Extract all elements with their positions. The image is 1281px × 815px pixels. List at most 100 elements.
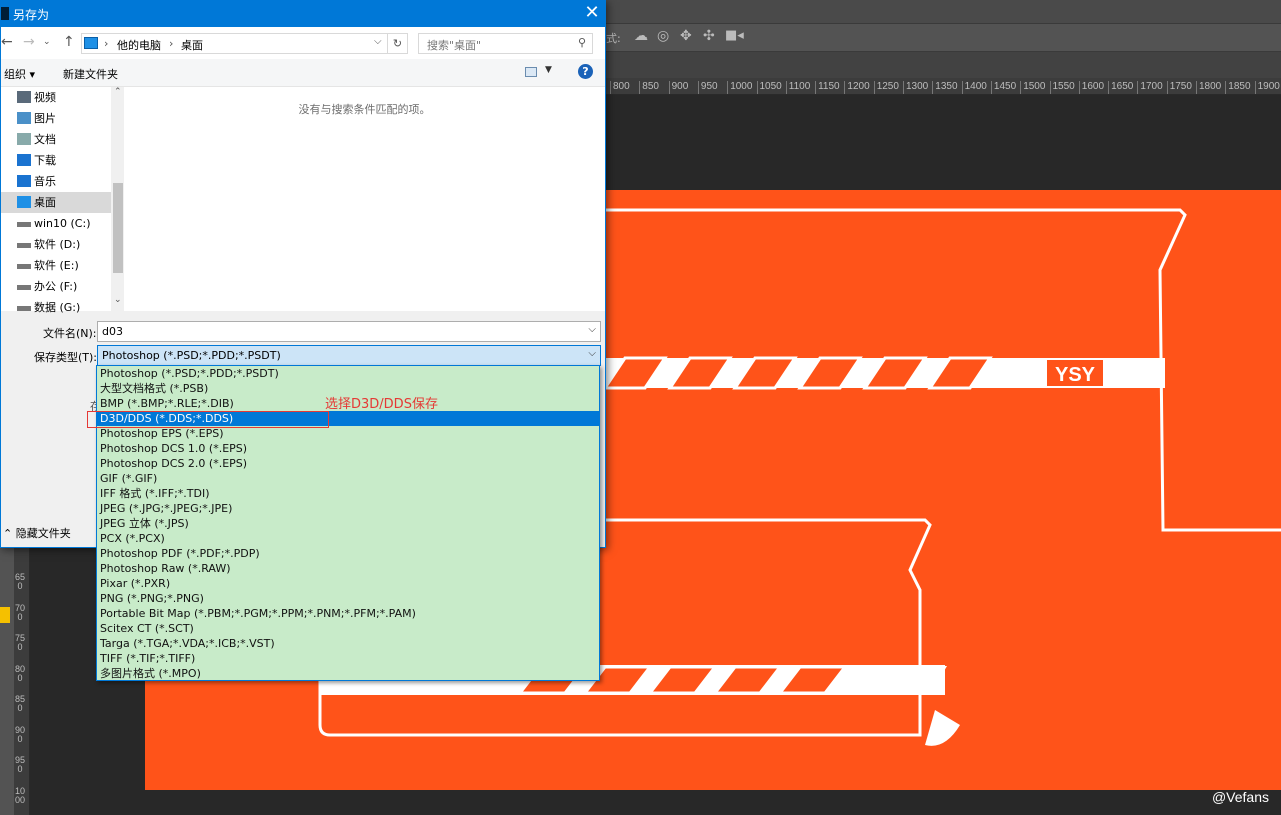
filename-label: 文件名(N): — [43, 327, 97, 340]
filetype-option[interactable]: Photoshop EPS (*.EPS) — [97, 426, 599, 441]
ruler-tick-label: 1200 — [844, 81, 870, 94]
filetype-option[interactable]: Photoshop Raw (*.RAW) — [97, 561, 599, 576]
ruler-tick-label: 1000 — [727, 81, 752, 94]
nav-item[interactable]: 软件 (E:) — [1, 255, 111, 276]
filetype-option[interactable]: 多图片格式 (*.MPO) — [97, 666, 599, 681]
drive-icon — [17, 306, 31, 311]
ruler-tick-label: 1150 — [815, 81, 840, 94]
view-options-icon[interactable] — [525, 67, 537, 77]
hide-folders-button[interactable]: ⌃ 隐藏文件夹 — [3, 525, 71, 541]
empty-message: 没有与搜索条件匹配的项。 — [298, 103, 431, 116]
watermark: @Vefans — [1211, 789, 1269, 805]
document-icon — [17, 133, 31, 145]
filetype-option[interactable]: TIFF (*.TIF;*.TIFF) — [97, 651, 599, 666]
dialog-titlebar: 另存为 ✕ — [1, 1, 605, 27]
nav-item-label: 文档 — [34, 133, 56, 146]
nav-item-label: 软件 (D:) — [34, 238, 81, 251]
picture-icon — [17, 112, 31, 124]
nav-item[interactable]: 图片 — [1, 108, 111, 129]
dialog-title: 另存为 — [13, 8, 50, 22]
ruler-tick-label: 1050 — [756, 81, 782, 94]
filename-input[interactable]: d03 ⌵ — [97, 321, 601, 342]
foreground-color-swatch[interactable] — [0, 607, 10, 623]
nav-item-label: 下载 — [34, 154, 56, 167]
filetype-option[interactable]: Scitex CT (*.SCT) — [97, 621, 599, 636]
hide-folders-label: 隐藏文件夹 — [15, 527, 71, 540]
ruler-tick-label: 1800 — [1196, 81, 1221, 94]
breadcrumb-desktop[interactable]: 桌面 — [181, 37, 203, 53]
new-folder-button[interactable]: 新建文件夹 — [63, 66, 118, 82]
scroll-up-icon[interactable]: ⌃ — [114, 87, 122, 97]
address-bar[interactable]: › 他的电脑 › 桌面 ⌵ — [81, 33, 388, 54]
chevron-down-icon[interactable]: ⌵ — [588, 348, 596, 359]
organize-button[interactable]: 组织 ▾ — [4, 66, 35, 82]
nav-item[interactable]: 桌面 — [1, 192, 111, 213]
ruler-tick-label: 1250 — [873, 81, 899, 94]
nav-item-label: 视频 — [34, 91, 56, 104]
ruler-tick-label: 950 — [697, 81, 718, 94]
download-icon — [17, 154, 31, 166]
filetype-value: Photoshop (*.PSD;*.PDD;*.PSDT) — [102, 349, 281, 362]
photoshop-app-icon — [1, 7, 9, 20]
nav-item[interactable]: win10 (C:) — [1, 213, 111, 234]
file-list[interactable]: 没有与搜索条件匹配的项。 — [124, 87, 605, 311]
filetype-select[interactable]: Photoshop (*.PSD;*.PDD;*.PSDT) ⌵ — [97, 345, 601, 366]
slide-3d-icon[interactable]: ✣ — [703, 28, 715, 44]
computer-icon — [84, 37, 98, 49]
ruler-tick-label: 1900 — [1254, 81, 1280, 94]
up-icon[interactable]: ↑ — [63, 34, 75, 50]
filetype-option[interactable]: Targa (*.TGA;*.VDA;*.ICB;*.VST) — [97, 636, 599, 651]
nav-item[interactable]: 办公 (F:) — [1, 276, 111, 297]
orbit-3d-icon[interactable]: ☁ — [634, 28, 648, 44]
filetype-option[interactable]: JPEG 立体 (*.JPS) — [97, 516, 599, 531]
filetype-option[interactable]: Photoshop PDF (*.PDF;*.PDP) — [97, 546, 599, 561]
filetype-option[interactable]: Portable Bit Map (*.PBM;*.PGM;*.PPM;*.PN… — [97, 606, 599, 621]
nav-item-label: 软件 (E:) — [34, 259, 79, 272]
ruler-tick-label: 850 — [639, 81, 659, 94]
breadcrumb-this-pc[interactable]: 他的电脑 — [117, 37, 161, 53]
nav-item[interactable]: 数据 (G:) — [1, 297, 111, 318]
view-dropdown-icon[interactable]: ▼ — [545, 65, 552, 75]
filetype-option[interactable]: Photoshop DCS 2.0 (*.EPS) — [97, 456, 599, 471]
filetype-option[interactable]: PCX (*.PCX) — [97, 531, 599, 546]
ruler-tick-label: 900 — [15, 724, 26, 744]
music-icon — [17, 175, 31, 187]
ruler-tick-label: 1500 — [1020, 81, 1045, 94]
help-icon[interactable]: ? — [578, 64, 593, 79]
filetype-option[interactable]: Photoshop DCS 1.0 (*.EPS) — [97, 441, 599, 456]
close-button[interactable]: ✕ — [579, 2, 605, 26]
ruler-tick-label: 850 — [15, 694, 26, 713]
roll-3d-icon[interactable]: ◎ — [657, 28, 669, 44]
ruler-tick-label: 1300 — [903, 81, 928, 94]
filetype-option[interactable]: PNG (*.PNG;*.PNG) — [97, 591, 599, 606]
pan-3d-icon[interactable]: ✥ — [680, 28, 692, 44]
ruler-tick-label: 1650 — [1108, 81, 1133, 94]
forward-icon[interactable]: → — [23, 34, 35, 50]
ruler-tick-label: 800 — [610, 81, 630, 94]
ruler-tick-label: 900 — [668, 81, 688, 94]
filetype-option[interactable]: JPEG (*.JPG;*.JPEG;*.JPE) — [97, 501, 599, 516]
drive-icon — [17, 222, 31, 227]
nav-item[interactable]: 视频 — [1, 87, 111, 108]
filetype-option[interactable]: Photoshop (*.PSD;*.PDD;*.PSDT) — [97, 366, 599, 381]
nav-item[interactable]: 音乐 — [1, 171, 111, 192]
ruler-tick-label: 1450 — [990, 81, 1016, 94]
ruler-tick-label: 950 — [15, 755, 26, 774]
recent-locations-icon[interactable]: ⌄ — [43, 37, 51, 47]
search-input[interactable]: 搜索"桌面" ⚲ — [418, 33, 593, 54]
filetype-option[interactable]: IFF 格式 (*.IFF;*.TDI) — [97, 486, 599, 501]
filetype-option[interactable]: GIF (*.GIF) — [97, 471, 599, 486]
nav-item[interactable]: 软件 (D:) — [1, 234, 111, 255]
nav-scrollbar-thumb[interactable] — [113, 183, 123, 273]
nav-item[interactable]: 下载 — [1, 150, 111, 171]
camera-3d-icon[interactable]: ■◂ — [725, 28, 744, 43]
back-icon[interactable]: ← — [1, 34, 13, 50]
refresh-button[interactable]: ↻ — [388, 33, 408, 54]
ruler-tick-label: 1000 — [15, 785, 26, 805]
nav-item[interactable]: 文档 — [1, 129, 111, 150]
address-dropdown-icon[interactable]: ⌵ — [374, 36, 382, 47]
scroll-down-icon[interactable]: ⌄ — [114, 295, 122, 305]
chevron-down-icon[interactable]: ⌵ — [588, 324, 596, 335]
filetype-option[interactable]: Pixar (*.PXR) — [97, 576, 599, 591]
annotation-highlight-box — [87, 411, 329, 428]
